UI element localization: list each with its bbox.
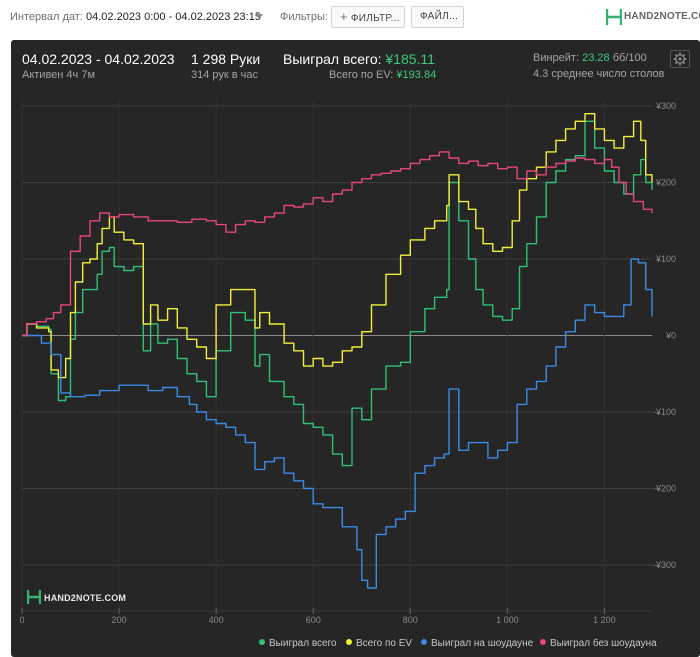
- watermark-logo-icon: [27, 590, 41, 604]
- y-tick-label: ¥100: [655, 254, 676, 264]
- legend-item[interactable]: Выиграл без шоудауна: [540, 638, 657, 652]
- non-showdown-series-line: [22, 151, 653, 337]
- legend-item[interactable]: Всего по EV: [346, 638, 412, 652]
- x-tick-label: 800: [403, 615, 418, 625]
- x-tick-label: 200: [112, 615, 127, 625]
- legend-item[interactable]: Выиграл на шоудауне: [421, 638, 533, 652]
- y-tick-label: ¥200: [655, 178, 676, 188]
- legend-dot-icon: [346, 639, 352, 645]
- y-axis: ¥300 ¥200 ¥100 ¥0 -¥100 -¥200 -¥300: [653, 101, 676, 570]
- x-tick-label: 1 200: [593, 615, 616, 625]
- y-tick-label: ¥0: [665, 331, 676, 341]
- legend-label: Выиграл без шоудауна: [550, 638, 657, 649]
- legend-dot-icon: [540, 639, 546, 645]
- x-tick-label: 600: [306, 615, 321, 625]
- x-tick-label: 1 000: [496, 615, 519, 625]
- chart-series: [22, 113, 653, 589]
- ev-total-series-line: [22, 113, 653, 379]
- y-tick-label: -¥100: [653, 407, 676, 417]
- y-tick-label: ¥300: [655, 101, 676, 111]
- legend-label: Выиграл всего: [269, 638, 337, 649]
- chart-grid: [21, 100, 652, 612]
- profit-chart: ¥300 ¥200 ¥100 ¥0 -¥100 -¥200 -¥300 0 200 400 600…: [19, 100, 676, 625]
- x-tick-label: 400: [209, 615, 224, 625]
- legend-label: Всего по EV: [356, 638, 413, 649]
- y-tick-label: -¥200: [653, 484, 676, 494]
- y-tick-label: -¥300: [653, 560, 676, 570]
- legend-dot-icon: [421, 639, 427, 645]
- showdown-series-line: [22, 258, 653, 589]
- won-total-series-line: [22, 120, 653, 467]
- x-tick-label: 0: [19, 615, 24, 625]
- legend-item[interactable]: Выиграл всего: [259, 638, 337, 652]
- watermark-text: HAND2NOTE.COM: [44, 593, 127, 603]
- legend-dot-icon: [259, 639, 265, 645]
- legend-label: Выиграл на шоудауне: [431, 638, 534, 649]
